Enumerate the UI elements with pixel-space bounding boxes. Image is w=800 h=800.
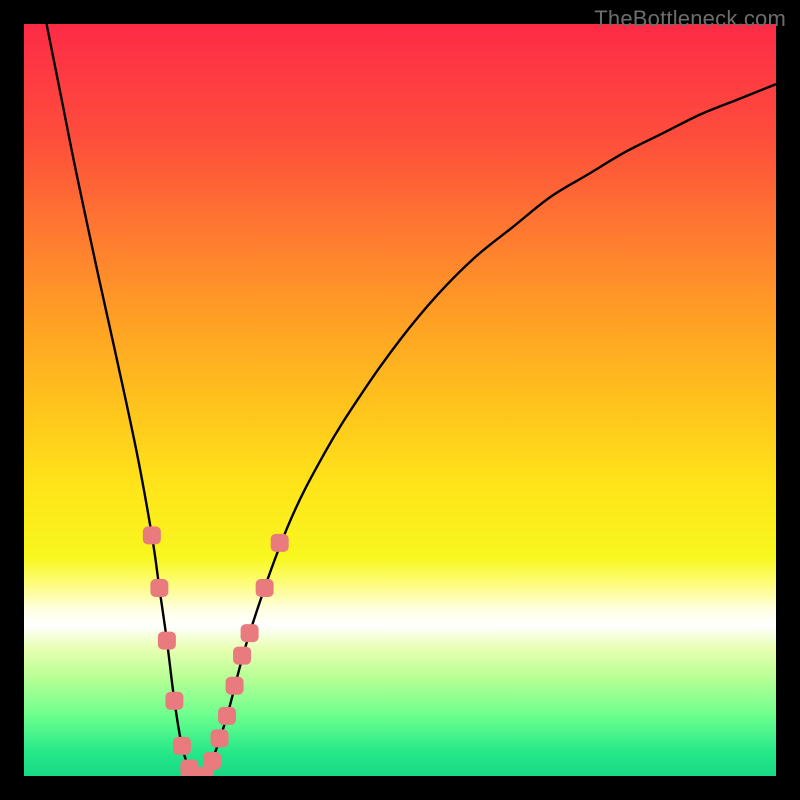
curve-marker (218, 707, 236, 725)
curve-marker (211, 729, 229, 747)
curve-marker (233, 647, 251, 665)
curve-marker (226, 677, 244, 695)
curve-marker (256, 579, 274, 597)
curve-marker (143, 526, 161, 544)
curve-marker (150, 579, 168, 597)
curve-marker (173, 737, 191, 755)
watermark-text: TheBottleneck.com (594, 6, 786, 32)
curve-marker (165, 692, 183, 710)
curve-path (47, 24, 776, 776)
curve-marker (203, 752, 221, 770)
plot-area (24, 24, 776, 776)
curve-marker (158, 632, 176, 650)
bottleneck-curve (47, 24, 776, 776)
curve-markers (143, 526, 289, 776)
chart-frame: TheBottleneck.com (0, 0, 800, 800)
curve-layer (24, 24, 776, 776)
curve-marker (241, 624, 259, 642)
curve-marker (271, 534, 289, 552)
